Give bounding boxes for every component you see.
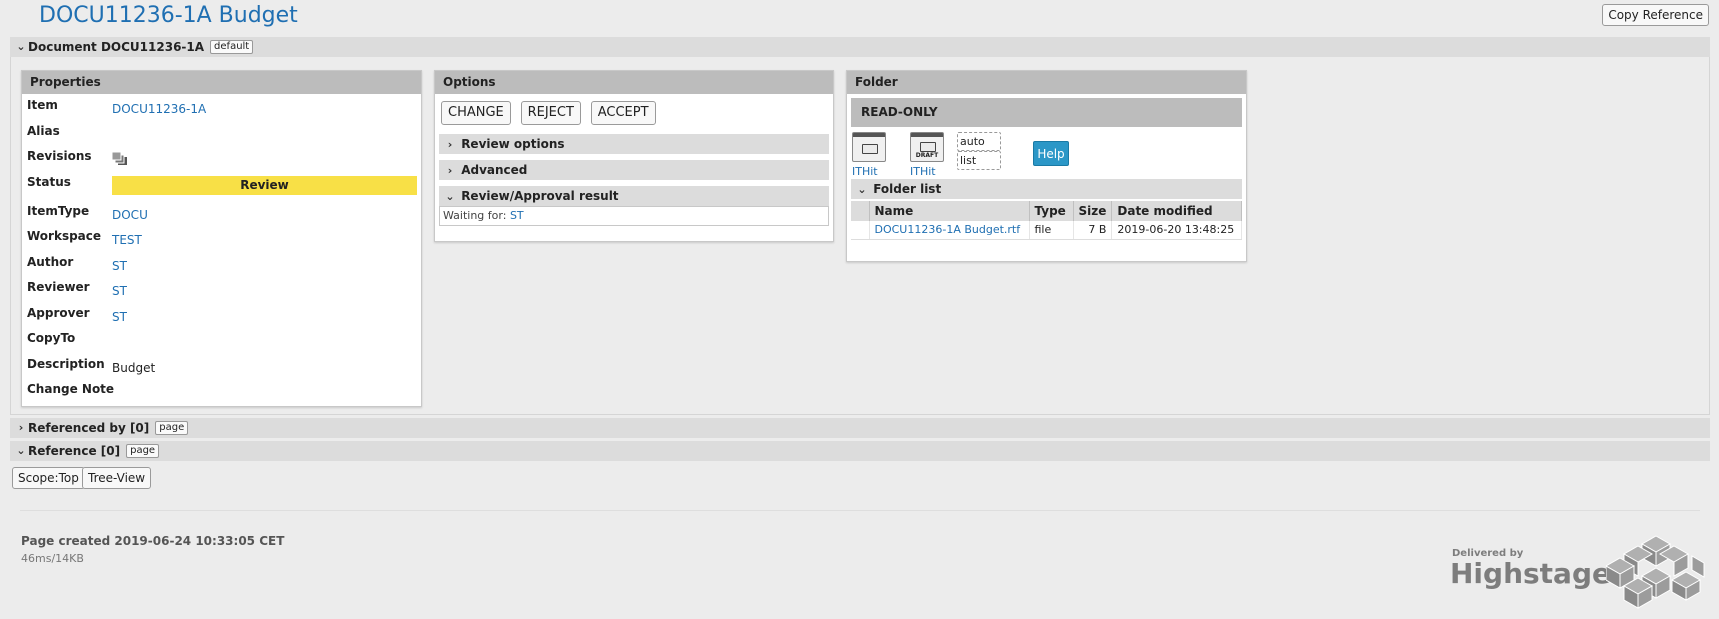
column-spacer [851, 201, 870, 221]
folder-header: Folder [847, 71, 1246, 94]
view-list-option[interactable]: list [957, 151, 1001, 170]
advanced-label: Advanced [461, 163, 528, 177]
folder-webdav-link-1[interactable]: ITHit [852, 165, 878, 178]
row-spacer [851, 221, 870, 240]
reject-button[interactable]: REJECT [520, 101, 581, 125]
item-label: Item [27, 98, 58, 112]
page-created-text: Page created 2019-06-24 10:33:05 CET [21, 534, 285, 548]
folder-icon[interactable] [852, 132, 886, 162]
folder-webdav-link-2[interactable]: ITHit [910, 165, 936, 178]
waiting-for-box: Waiting for: ST [439, 206, 829, 226]
review-options-toggle[interactable]: › Review options [439, 134, 829, 154]
revisions-stack-icon[interactable] [111, 151, 128, 169]
readonly-banner: READ-ONLY [851, 98, 1242, 127]
folder-panel: Folder READ-ONLY ITHit DRAFT ITHit auto … [846, 70, 1247, 262]
copy-reference-button[interactable]: Copy Reference [1602, 4, 1709, 26]
referenced-by-tag: page [155, 421, 189, 435]
item-link[interactable]: DOCU11236-1A [112, 102, 206, 116]
column-header-type[interactable]: Type [1029, 201, 1074, 221]
highstage-logo[interactable]: Delivered by Highstage [1450, 548, 1611, 589]
document-section-header[interactable]: ⌄ Document DOCU11236-1A default [10, 37, 1710, 57]
chevron-down-icon: ⌄ [16, 40, 26, 53]
author-link[interactable]: ST [112, 259, 127, 273]
properties-panel: Properties Item DOCU11236-1A Alias Revis… [21, 70, 422, 407]
folder-list-table: Name Type Size Date modified DOCU11236-1… [851, 201, 1242, 240]
status-badge: Review [112, 175, 417, 195]
author-label: Author [27, 254, 74, 269]
waiting-for-user-link[interactable]: ST [510, 209, 524, 222]
reference-title: Reference [0] [28, 444, 121, 458]
alias-label: Alias [27, 123, 60, 138]
workspace-label: Workspace [27, 229, 102, 243]
revisions-label: Revisions [27, 149, 92, 163]
review-result-toggle[interactable]: ⌄ Review/Approval result [439, 186, 829, 206]
itemtype-link[interactable]: DOCU [112, 208, 148, 222]
folder-list-label: Folder list [873, 182, 942, 196]
options-panel: Options CHANGE REJECT ACCEPT › Review op… [434, 70, 834, 242]
chevron-down-icon: ⌄ [445, 190, 455, 203]
file-link[interactable]: DOCU11236-1A Budget.rtf [875, 223, 1021, 236]
file-type: file [1029, 221, 1074, 240]
review-options-label: Review options [461, 137, 565, 151]
reviewer-label: Reviewer [27, 280, 90, 294]
view-mode-options: auto list [957, 132, 1001, 170]
description-label: Description [27, 356, 105, 371]
view-auto-option[interactable]: auto [957, 132, 1001, 151]
highstage-cubes-icon [1606, 535, 1705, 609]
scope-top-button[interactable]: Scope:Top [12, 467, 85, 489]
draft-folder-icon[interactable]: DRAFT [910, 132, 944, 162]
reference-section-header[interactable]: ⌄ Reference [0] page [10, 441, 1710, 461]
folder-list-toggle[interactable]: ⌄ Folder list [851, 179, 1242, 199]
chevron-right-icon: › [18, 421, 24, 434]
waiting-for-label: Waiting for: [443, 209, 507, 222]
chevron-down-icon: ⌄ [16, 444, 26, 457]
draft-badge: DRAFT [915, 152, 939, 159]
reference-tag: page [126, 444, 160, 458]
copyto-label: CopyTo [27, 331, 76, 345]
column-header-size[interactable]: Size [1073, 201, 1113, 221]
properties-header: Properties [22, 71, 421, 94]
approver-label: Approver [27, 305, 90, 320]
document-section-tag: default [210, 40, 254, 54]
accept-button[interactable]: ACCEPT [590, 101, 656, 125]
help-button[interactable]: Help [1033, 141, 1069, 166]
status-label: Status [27, 174, 71, 189]
change-note-label: Change Note [27, 382, 115, 396]
approver-link[interactable]: ST [112, 310, 127, 324]
advanced-toggle[interactable]: › Advanced [439, 160, 829, 180]
options-header: Options [435, 71, 833, 94]
chevron-right-icon: › [447, 164, 453, 177]
footer-divider [20, 510, 1700, 511]
page-title: DOCU11236-1A Budget [39, 3, 298, 28]
referenced-by-title: Referenced by [0] [28, 421, 150, 435]
brand-name: Highstage [1450, 557, 1611, 590]
file-size: 7 B [1073, 221, 1113, 240]
referenced-by-section-header[interactable]: › Referenced by [0] page [10, 418, 1710, 438]
chevron-right-icon: › [447, 138, 453, 151]
description-value: Budget [112, 360, 156, 375]
review-result-label: Review/Approval result [461, 189, 619, 203]
document-section-title: Document DOCU11236-1A [28, 40, 205, 54]
chevron-down-icon: ⌄ [857, 183, 867, 196]
workspace-link[interactable]: TEST [112, 233, 142, 247]
change-button[interactable]: CHANGE [441, 101, 511, 125]
column-header-name[interactable]: Name [869, 201, 1030, 221]
column-header-date[interactable]: Date modified [1111, 201, 1242, 221]
table-row: DOCU11236-1A Budget.rtf file 7 B 2019-06… [851, 221, 1242, 240]
file-date: 2019-06-20 13:48:25 [1111, 221, 1242, 240]
tree-view-button[interactable]: Tree-View [82, 467, 152, 489]
itemtype-label: ItemType [27, 203, 90, 218]
page-stats-text: 46ms/14KB [21, 552, 84, 565]
reviewer-link[interactable]: ST [112, 284, 127, 298]
